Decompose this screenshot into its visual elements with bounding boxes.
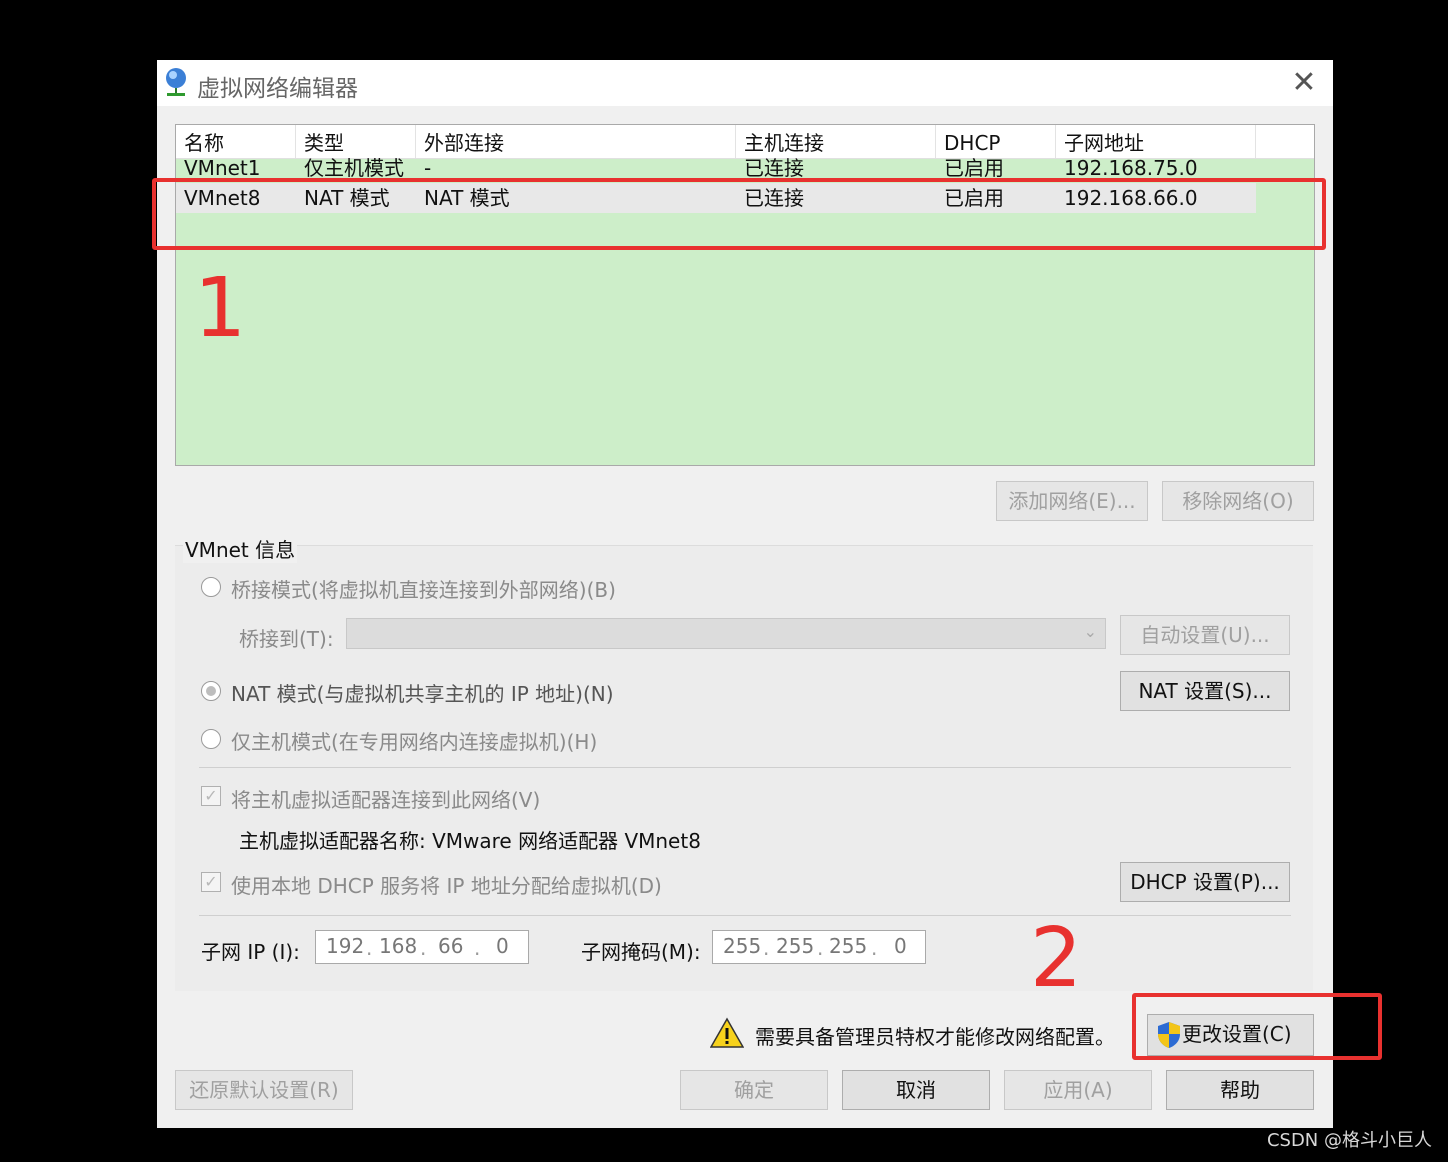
ip-dot: .: [474, 936, 481, 960]
column-header-dhcp[interactable]: DHCP: [936, 125, 1056, 158]
vmnet-info-group: [175, 545, 1313, 991]
host-only-radio[interactable]: [201, 729, 221, 749]
mask-dot: .: [871, 936, 878, 960]
use-dhcp-checkbox[interactable]: ✓: [201, 872, 221, 892]
add-network-button[interactable]: 添加网络(E)...: [996, 481, 1148, 521]
bridged-to-label: 桥接到(T):: [239, 627, 334, 651]
column-header-subnet[interactable]: 子网地址: [1056, 125, 1256, 158]
separator: [199, 767, 1291, 768]
subnet-ip-label: 子网 IP (I):: [201, 940, 300, 964]
network-table[interactable]: 名称 类型 外部连接 主机连接 DHCP 子网地址 VMnet1 仅主机模式 -…: [175, 124, 1315, 466]
mask-octet: 255: [723, 934, 762, 958]
host-only-label: 仅主机模式(在专用网络内连接虚拟机)(H): [231, 730, 598, 754]
apply-button[interactable]: 应用(A): [1004, 1070, 1152, 1110]
bridged-to-select[interactable]: ⌄: [346, 618, 1106, 649]
ip-octet: 168: [379, 934, 418, 958]
nat-mode-radio[interactable]: [201, 681, 221, 701]
separator: [199, 915, 1291, 916]
ip-dot: .: [420, 936, 427, 960]
ip-octet: 0: [496, 934, 509, 958]
cancel-button[interactable]: 取消: [842, 1070, 990, 1110]
mask-octet: 255: [776, 934, 815, 958]
use-dhcp-label: 使用本地 DHCP 服务将 IP 地址分配给虚拟机(D): [231, 874, 662, 898]
chevron-down-icon: ⌄: [1083, 622, 1097, 641]
help-button[interactable]: 帮助: [1166, 1070, 1314, 1110]
subnet-mask-label: 子网掩码(M):: [581, 940, 701, 964]
annotation-box-2: [1132, 993, 1382, 1060]
column-header-name[interactable]: 名称: [176, 125, 296, 158]
connect-adapter-checkbox[interactable]: ✓: [201, 786, 221, 806]
bridged-mode-label: 桥接模式(将虚拟机直接连接到外部网络)(B): [231, 578, 616, 602]
column-header-external[interactable]: 外部连接: [416, 125, 736, 158]
ip-octet: 66: [438, 934, 464, 958]
table-header: 名称 类型 外部连接 主机连接 DHCP 子网地址: [176, 125, 1314, 159]
nat-mode-label: NAT 模式(与虚拟机共享主机的 IP 地址)(N): [231, 682, 614, 706]
vmnet-info-label: VMnet 信息: [183, 534, 298, 563]
remove-network-button[interactable]: 移除网络(O): [1162, 481, 1314, 521]
mask-octet: 255: [829, 934, 868, 958]
dhcp-settings-button[interactable]: DHCP 设置(P)...: [1120, 862, 1290, 902]
network-globe-icon: [166, 68, 186, 96]
column-header-type[interactable]: 类型: [296, 125, 416, 158]
ok-button[interactable]: 确定: [680, 1070, 828, 1110]
annotation-box-1: [152, 178, 1326, 250]
window-title: 虚拟网络编辑器: [197, 76, 358, 102]
bridged-mode-radio[interactable]: [201, 577, 221, 597]
annotation-number-1: 1: [194, 261, 247, 356]
adapter-name-label: 主机虚拟适配器名称: VMware 网络适配器 VMnet8: [239, 829, 701, 853]
column-header-host[interactable]: 主机连接: [736, 125, 936, 158]
ip-octet: 192: [326, 934, 365, 958]
connect-adapter-label: 将主机虚拟适配器连接到此网络(V): [231, 788, 541, 812]
warning-icon: [710, 1017, 744, 1048]
admin-warning-text: 需要具备管理员特权才能修改网络配置。: [755, 1025, 1115, 1049]
mask-dot: .: [817, 936, 824, 960]
watermark-text: CSDN @格斗小巨人: [1266, 1130, 1432, 1151]
subnet-ip-input[interactable]: 192 . 168 . 66 . 0: [315, 930, 529, 964]
ip-dot: .: [366, 936, 373, 960]
annotation-number-2: 2: [1030, 911, 1083, 1006]
title-bar: 虚拟网络编辑器 ✕: [157, 60, 1333, 106]
restore-defaults-button[interactable]: 还原默认设置(R): [175, 1070, 353, 1110]
mask-dot: .: [763, 936, 770, 960]
subnet-mask-input[interactable]: 255 . 255 . 255 . 0: [712, 930, 926, 964]
close-button[interactable]: ✕: [1287, 66, 1321, 100]
nat-settings-button[interactable]: NAT 设置(S)...: [1120, 671, 1290, 711]
auto-settings-button[interactable]: 自动设置(U)...: [1120, 615, 1290, 655]
mask-octet: 0: [894, 934, 907, 958]
